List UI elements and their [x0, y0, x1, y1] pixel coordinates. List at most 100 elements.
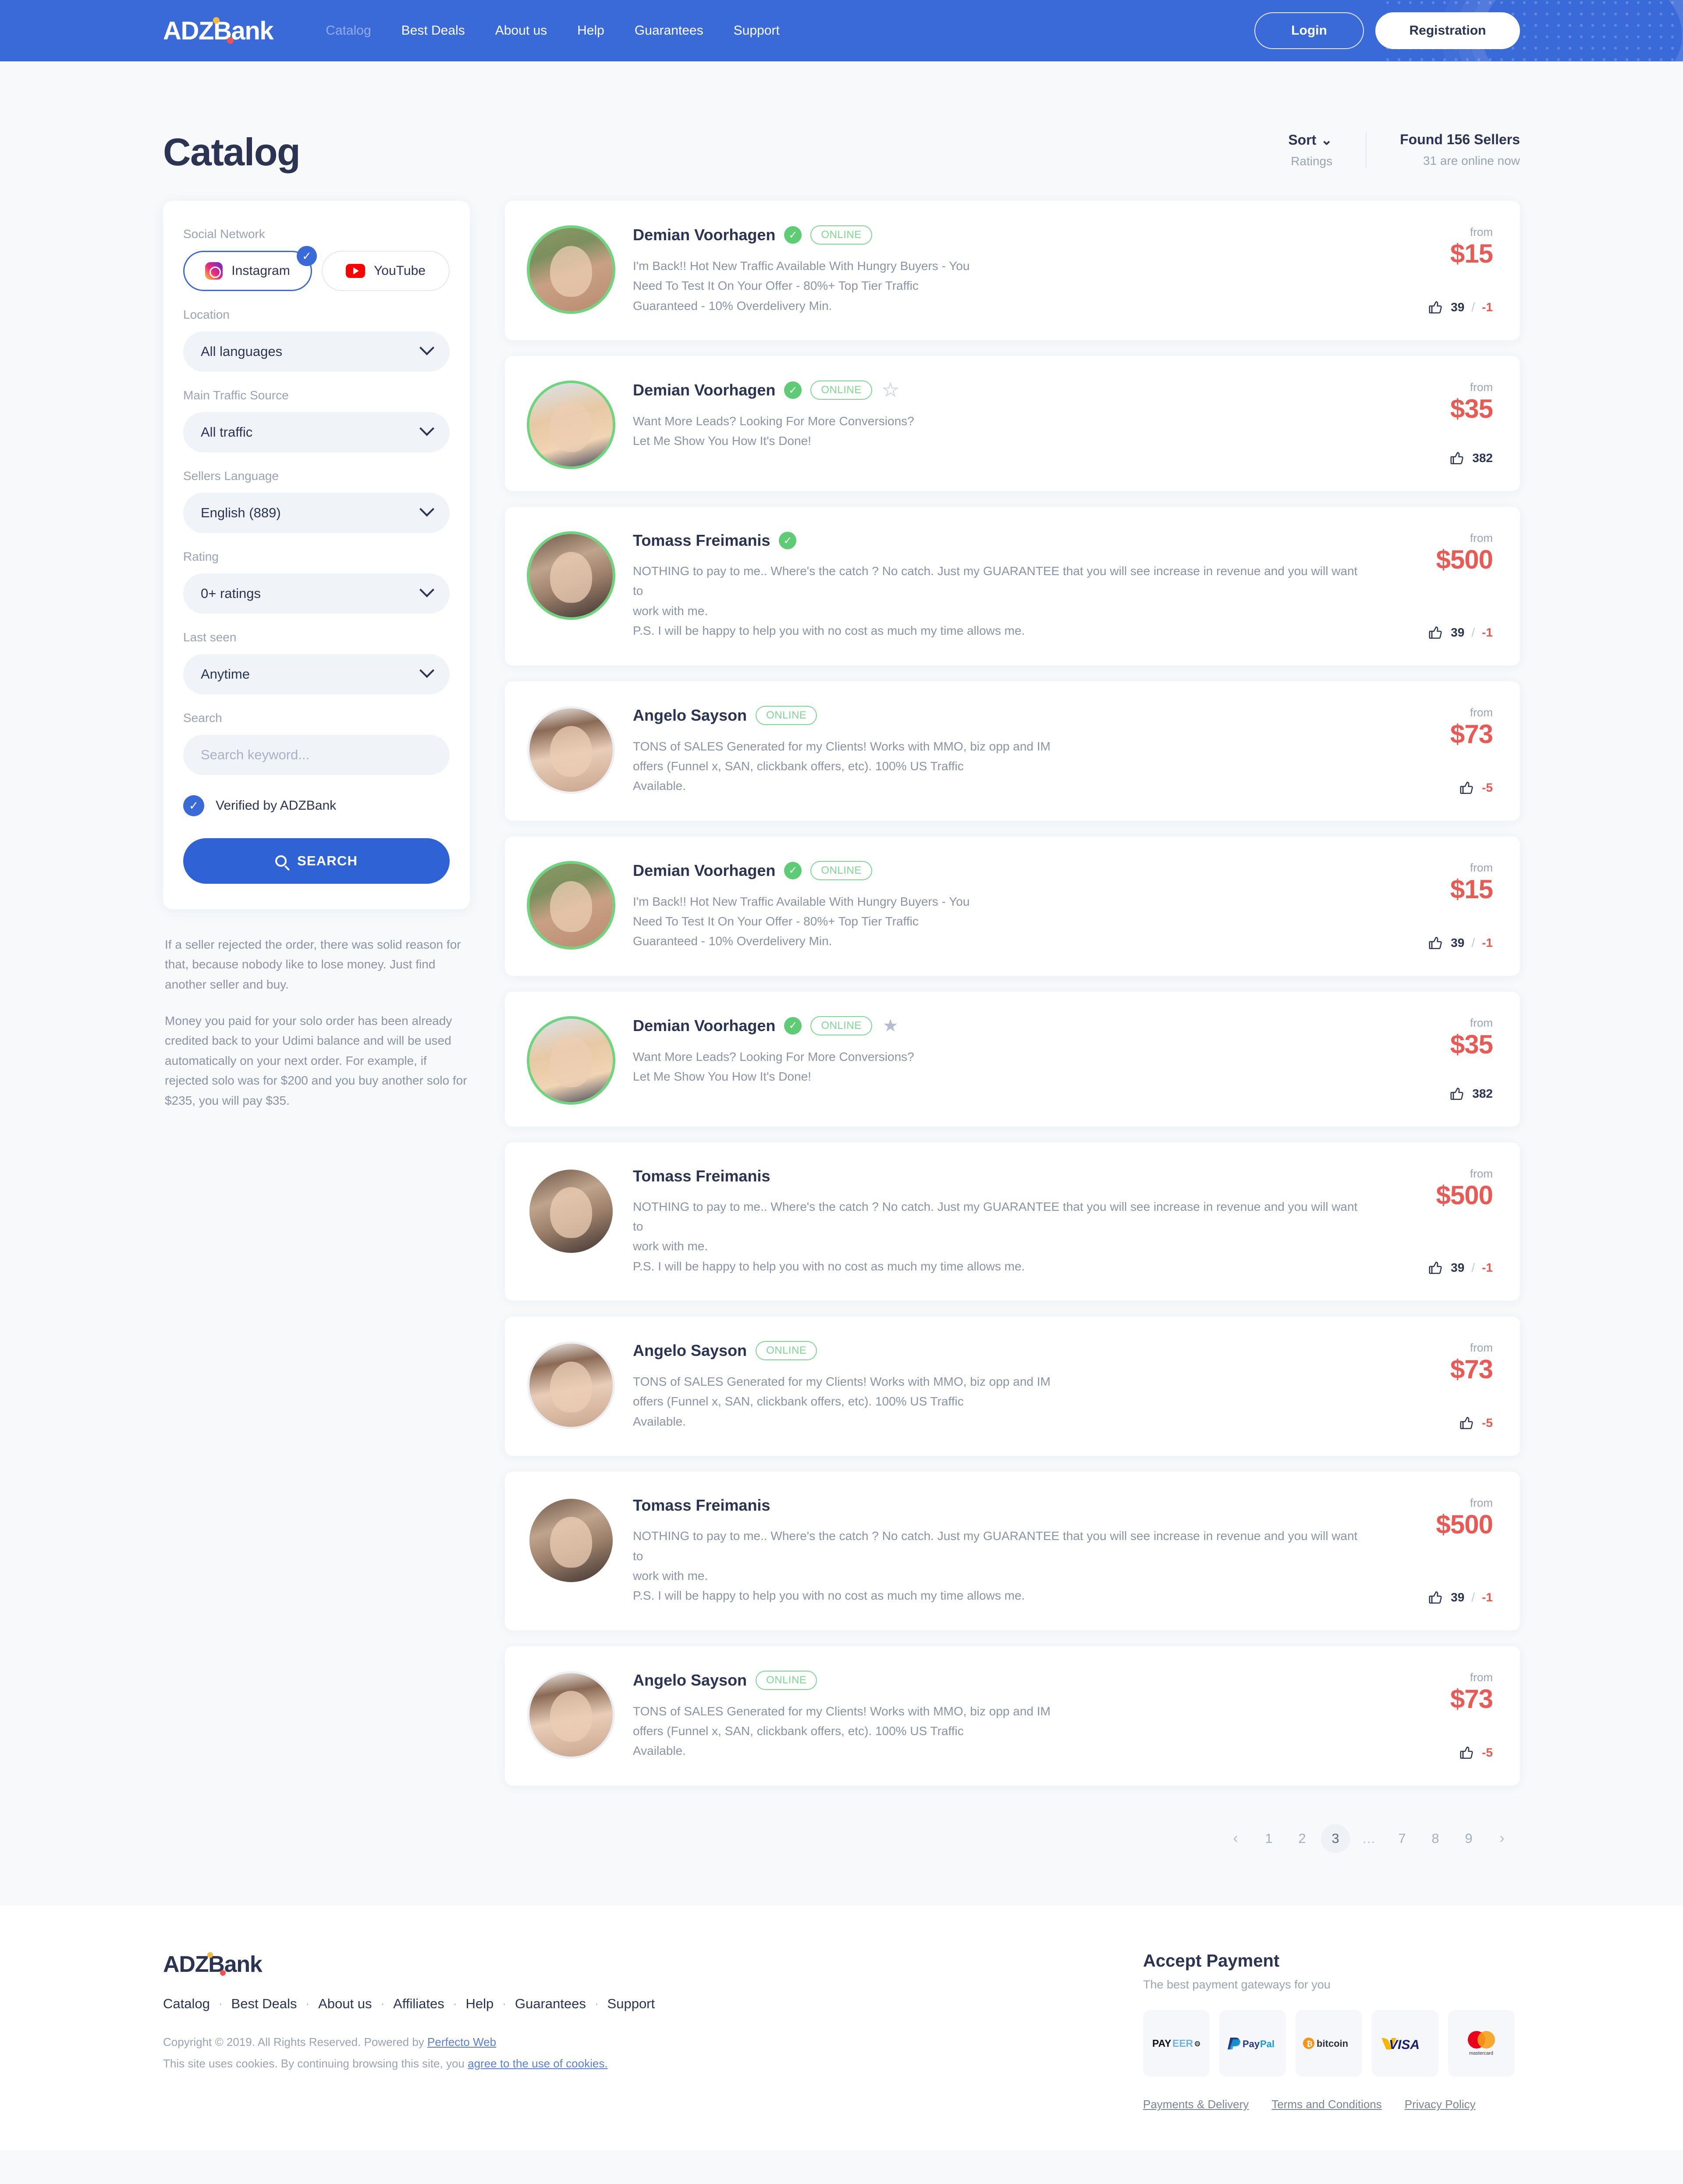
- seller-name[interactable]: Angelo Sayson: [633, 1671, 747, 1690]
- nav-link-catalog[interactable]: Catalog: [326, 23, 371, 38]
- footer-nav-link-about-us[interactable]: About us: [318, 1996, 372, 2012]
- nav-link-about-us[interactable]: About us: [495, 23, 547, 38]
- footer-logo[interactable]: ADZBank: [163, 1951, 263, 1978]
- footer-nav-separator: ·: [502, 1997, 506, 2010]
- footer-nav-link-affiliates[interactable]: Affiliates: [393, 1996, 444, 2012]
- avatar[interactable]: [529, 708, 613, 792]
- pagination-page-2[interactable]: 2: [1288, 1824, 1317, 1853]
- login-button[interactable]: Login: [1254, 12, 1364, 49]
- footer-nav-link-guarantees[interactable]: Guarantees: [515, 1996, 586, 2012]
- seller-card[interactable]: Demian Voorhagen ✓ ONLINE I'm Back!! Hot Ne…: [505, 201, 1520, 341]
- seller-name[interactable]: Demian Voorhagen: [633, 381, 775, 399]
- location-label: Location: [183, 308, 230, 321]
- seller-description: TONS of SALES Generated for my Clients! …: [633, 736, 1361, 796]
- sellers-language-select[interactable]: English (889): [183, 493, 450, 533]
- seller-description-line-2: offers (Funnel x, SAN, clickbank offers,…: [633, 1394, 964, 1409]
- avatar[interactable]: [529, 383, 613, 467]
- verified-checkbox-row[interactable]: ✓ Verified by ADZBank: [183, 795, 450, 816]
- footer-nav-link-catalog[interactable]: Catalog: [163, 1996, 210, 2012]
- filter-social-network: Social Network Instagram ✓ YouTube: [183, 227, 450, 291]
- verified-badge-icon: ✓: [784, 381, 802, 399]
- footer-nav-link-help[interactable]: Help: [465, 1996, 494, 2012]
- traffic-source-select[interactable]: All traffic: [183, 412, 450, 452]
- seller-card[interactable]: Demian Voorhagen ✓ ONLINE ★ Want More Leads?…: [505, 356, 1520, 491]
- price-from-label: from: [1470, 1341, 1493, 1355]
- pagination-page-7[interactable]: 7: [1388, 1824, 1417, 1853]
- footer-left-column: ADZBank Catalog · Best Deals · About us · Affi…: [163, 1951, 1143, 2070]
- seller-name[interactable]: Tomass Freimanis: [633, 1167, 770, 1185]
- seller-name[interactable]: Angelo Sayson: [633, 1341, 747, 1360]
- avatar[interactable]: [529, 228, 613, 311]
- svg-text:VISA: VISA: [1389, 2038, 1420, 2052]
- cookie-policy-link[interactable]: agree to the use of cookies.: [468, 2057, 607, 2070]
- powered-by-link[interactable]: Perfecto Web: [427, 2035, 496, 2049]
- pagination-next[interactable]: ›: [1488, 1824, 1516, 1853]
- seller-card-body: Demian Voorhagen ✓ ONLINE ★ Want More Leads?…: [633, 381, 1379, 466]
- social-chip-instagram[interactable]: Instagram ✓: [183, 246, 317, 291]
- bitcoin-logo: ₿ bitcoin: [1296, 2010, 1362, 2077]
- seller-name[interactable]: Demian Voorhagen: [633, 226, 775, 244]
- seller-price: $15: [1450, 239, 1493, 268]
- seller-card[interactable]: Angelo Sayson ONLINE TONS of SALES Generat…: [505, 1646, 1520, 1786]
- site-logo[interactable]: ADZBank: [163, 16, 274, 46]
- seller-card[interactable]: Tomass Freimanis ✓ NOTHING to pay to me.. …: [505, 507, 1520, 665]
- nav-link-best-deals[interactable]: Best Deals: [401, 23, 465, 38]
- header-actions: Login Registration: [1254, 12, 1520, 49]
- avatar[interactable]: [529, 534, 613, 618]
- avatar[interactable]: [529, 1499, 613, 1583]
- seller-name[interactable]: Demian Voorhagen: [633, 1017, 775, 1035]
- location-select[interactable]: All languages: [183, 331, 450, 372]
- pagination-page-9[interactable]: 9: [1454, 1824, 1483, 1853]
- seller-card[interactable]: Demian Voorhagen ✓ ONLINE I'm Back!! Hot Ne…: [505, 836, 1520, 976]
- status-badge-online: ONLINE: [756, 705, 817, 725]
- avatar[interactable]: [529, 863, 613, 947]
- avatar[interactable]: [529, 1673, 613, 1757]
- sellers-language-label: Sellers Language: [183, 469, 279, 483]
- registration-button[interactable]: Registration: [1375, 12, 1520, 49]
- nav-link-support[interactable]: Support: [734, 23, 780, 38]
- social-chip-youtube[interactable]: YouTube: [322, 251, 450, 291]
- seller-description: I'm Back!! Hot New Traffic Available Wit…: [633, 892, 1361, 951]
- legal-link-payments-delivery[interactable]: Payments & Delivery: [1143, 2098, 1249, 2111]
- search-button[interactable]: SEARCH: [183, 838, 450, 884]
- pagination-page-8[interactable]: 8: [1421, 1824, 1450, 1853]
- nav-link-help[interactable]: Help: [577, 23, 604, 38]
- seller-description-line-3: Available.: [633, 1414, 686, 1428]
- avatar[interactable]: [529, 1344, 613, 1427]
- nav-link-guarantees[interactable]: Guarantees: [635, 23, 703, 38]
- sort-control[interactable]: Sort ⌄ Ratings: [1288, 132, 1367, 168]
- seller-avatar-wrap: [529, 1167, 613, 1276]
- seller-name[interactable]: Demian Voorhagen: [633, 861, 775, 880]
- legal-link-terms-and-conditions[interactable]: Terms and Conditions: [1271, 2098, 1381, 2111]
- avatar[interactable]: [529, 1018, 613, 1102]
- legal-link-privacy-policy[interactable]: Privacy Policy: [1405, 2098, 1476, 2111]
- seller-card[interactable]: Tomass Freimanis NOTHING to pay to me.. W…: [505, 1472, 1520, 1630]
- rating-select[interactable]: 0+ ratings: [183, 573, 450, 614]
- avatar[interactable]: [529, 1169, 613, 1253]
- filter-search: Search: [183, 711, 450, 775]
- sellers-language-value: English (889): [201, 505, 281, 520]
- pagination-page-1[interactable]: 1: [1254, 1824, 1283, 1853]
- pagination-page-3[interactable]: 3: [1321, 1824, 1350, 1853]
- seller-card[interactable]: Angelo Sayson ONLINE TONS of SALES Generat…: [505, 1316, 1520, 1456]
- favorite-star-icon[interactable]: ★: [882, 381, 899, 399]
- seller-card[interactable]: Tomass Freimanis NOTHING to pay to me.. W…: [505, 1142, 1520, 1301]
- seller-name[interactable]: Angelo Sayson: [633, 706, 747, 725]
- favorite-star-icon[interactable]: ★: [883, 1017, 898, 1035]
- chevron-down-icon: [419, 421, 434, 436]
- seller-name[interactable]: Tomass Freimanis: [633, 1496, 770, 1515]
- search-input[interactable]: [183, 735, 450, 775]
- footer-nav-link-best-deals[interactable]: Best Deals: [231, 1996, 297, 2012]
- footer-navigation: Catalog · Best Deals · About us · Affiliates · H…: [163, 1996, 1143, 2012]
- seller-card[interactable]: Demian Voorhagen ✓ ONLINE ★ Want More Leads?…: [505, 991, 1520, 1127]
- rating-separator: /: [1471, 300, 1475, 314]
- pagination-prev[interactable]: ‹: [1221, 1824, 1250, 1853]
- footer-nav-link-support[interactable]: Support: [607, 1996, 655, 2012]
- seller-name[interactable]: Tomass Freimanis: [633, 531, 770, 550]
- seller-card[interactable]: Angelo Sayson ONLINE TONS of SALES Generat…: [505, 681, 1520, 821]
- seller-card-body: Demian Voorhagen ✓ ONLINE ★ Want More Leads?…: [633, 1016, 1379, 1102]
- catalog-page: ADZBank Catalog Best Deals About us Help…: [0, 0, 1683, 2150]
- likes-count: 39: [1451, 625, 1465, 639]
- last-seen-select[interactable]: Anytime: [183, 654, 450, 694]
- seller-description-line-1: Want More Leads? Looking For More Conver…: [633, 414, 914, 428]
